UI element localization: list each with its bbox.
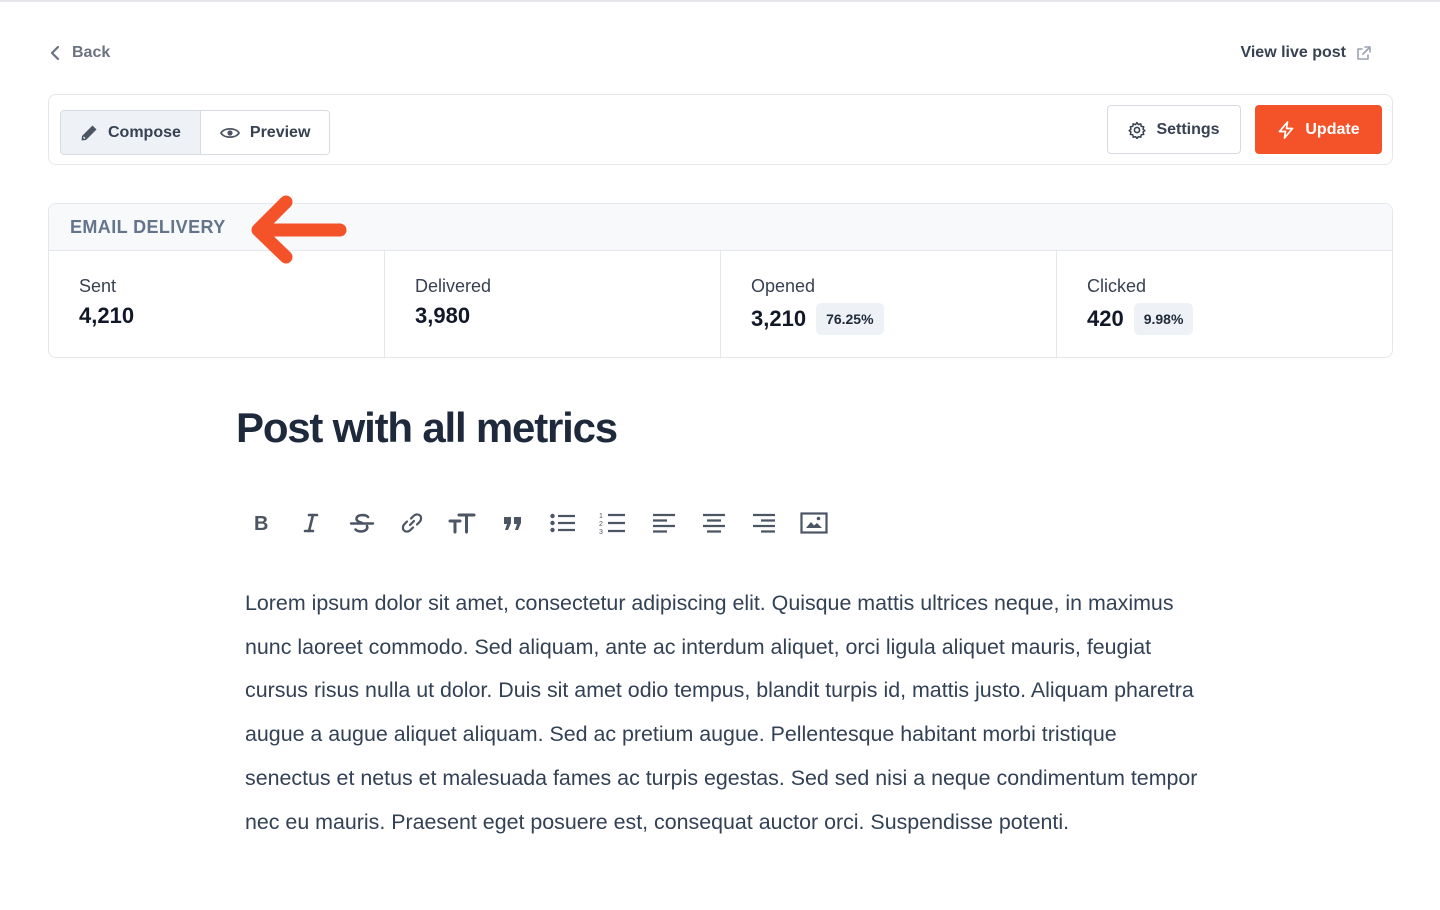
strikethrough-icon[interactable] <box>337 505 387 541</box>
post-title[interactable]: Post with all metrics <box>236 404 618 452</box>
link-icon[interactable] <box>387 505 437 541</box>
tab-preview[interactable]: Preview <box>200 111 330 154</box>
metric-label: Opened <box>751 276 816 296</box>
metric-value: 420 <box>1087 306 1124 331</box>
numbered-list-icon[interactable]: 123 <box>588 505 638 541</box>
gear-icon <box>1128 121 1146 139</box>
back-label: Back <box>72 44 111 61</box>
open-rate-badge: 76.25% <box>816 303 884 335</box>
metric-clicked: Clicked 420 9.98% <box>1057 251 1392 357</box>
svg-text:B: B <box>254 513 268 534</box>
lightning-icon <box>1279 120 1294 139</box>
pencil-icon <box>81 125 97 140</box>
delivery-metrics: Sent 4,210 Delivered 3,980 Opened 3,210 … <box>49 251 1392 357</box>
top-divider <box>0 0 1440 2</box>
svg-text:2: 2 <box>599 521 603 528</box>
chevron-left-icon <box>50 45 60 61</box>
view-live-post-label: View live post <box>1240 44 1346 61</box>
bold-icon[interactable]: B <box>236 505 286 541</box>
email-delivery-title: EMAIL DELIVERY <box>70 216 226 237</box>
metric-value: 3,980 <box>415 303 471 328</box>
metric-value: 3,210 <box>751 306 807 331</box>
image-icon[interactable] <box>789 505 839 541</box>
metric-value: 4,210 <box>79 303 135 328</box>
bullet-list-icon[interactable] <box>538 505 588 541</box>
align-left-icon[interactable] <box>638 505 688 541</box>
align-right-icon[interactable] <box>739 505 789 541</box>
italic-icon[interactable] <box>286 505 336 541</box>
metric-label: Sent <box>79 276 117 296</box>
post-body[interactable]: Lorem ipsum dolor sit amet, consectetur … <box>245 582 1205 844</box>
metric-label: Delivered <box>415 276 492 296</box>
metric-label: Clicked <box>1087 276 1147 296</box>
align-center-icon[interactable] <box>689 505 739 541</box>
metric-opened: Opened 3,210 76.25% <box>721 251 1057 357</box>
metric-delivered: Delivered 3,980 <box>385 251 721 357</box>
formatting-toolbar: B 123 <box>236 505 840 541</box>
metric-sent: Sent 4,210 <box>49 251 385 357</box>
click-rate-badge: 9.98% <box>1133 303 1194 335</box>
svg-text:3: 3 <box>599 529 603 535</box>
text-size-icon[interactable] <box>437 505 487 541</box>
update-button[interactable]: Update <box>1255 105 1382 154</box>
settings-label: Settings <box>1156 120 1220 138</box>
settings-button[interactable]: Settings <box>1107 105 1241 154</box>
tab-compose[interactable]: Compose <box>61 111 201 154</box>
editor-header-bar: Compose Preview Settings Update <box>48 94 1393 165</box>
update-label: Update <box>1305 120 1360 138</box>
svg-text:1: 1 <box>599 513 603 520</box>
quote-icon[interactable] <box>487 505 537 541</box>
mode-switch: Compose Preview <box>60 110 331 155</box>
external-link-icon <box>1357 46 1371 60</box>
eye-icon <box>219 127 240 138</box>
view-live-post-link[interactable]: View live post <box>1240 42 1372 64</box>
tab-preview-label: Preview <box>249 123 311 141</box>
tab-compose-label: Compose <box>108 123 181 141</box>
annotation-arrow-icon <box>251 195 347 264</box>
back-link[interactable]: Back <box>48 42 110 64</box>
